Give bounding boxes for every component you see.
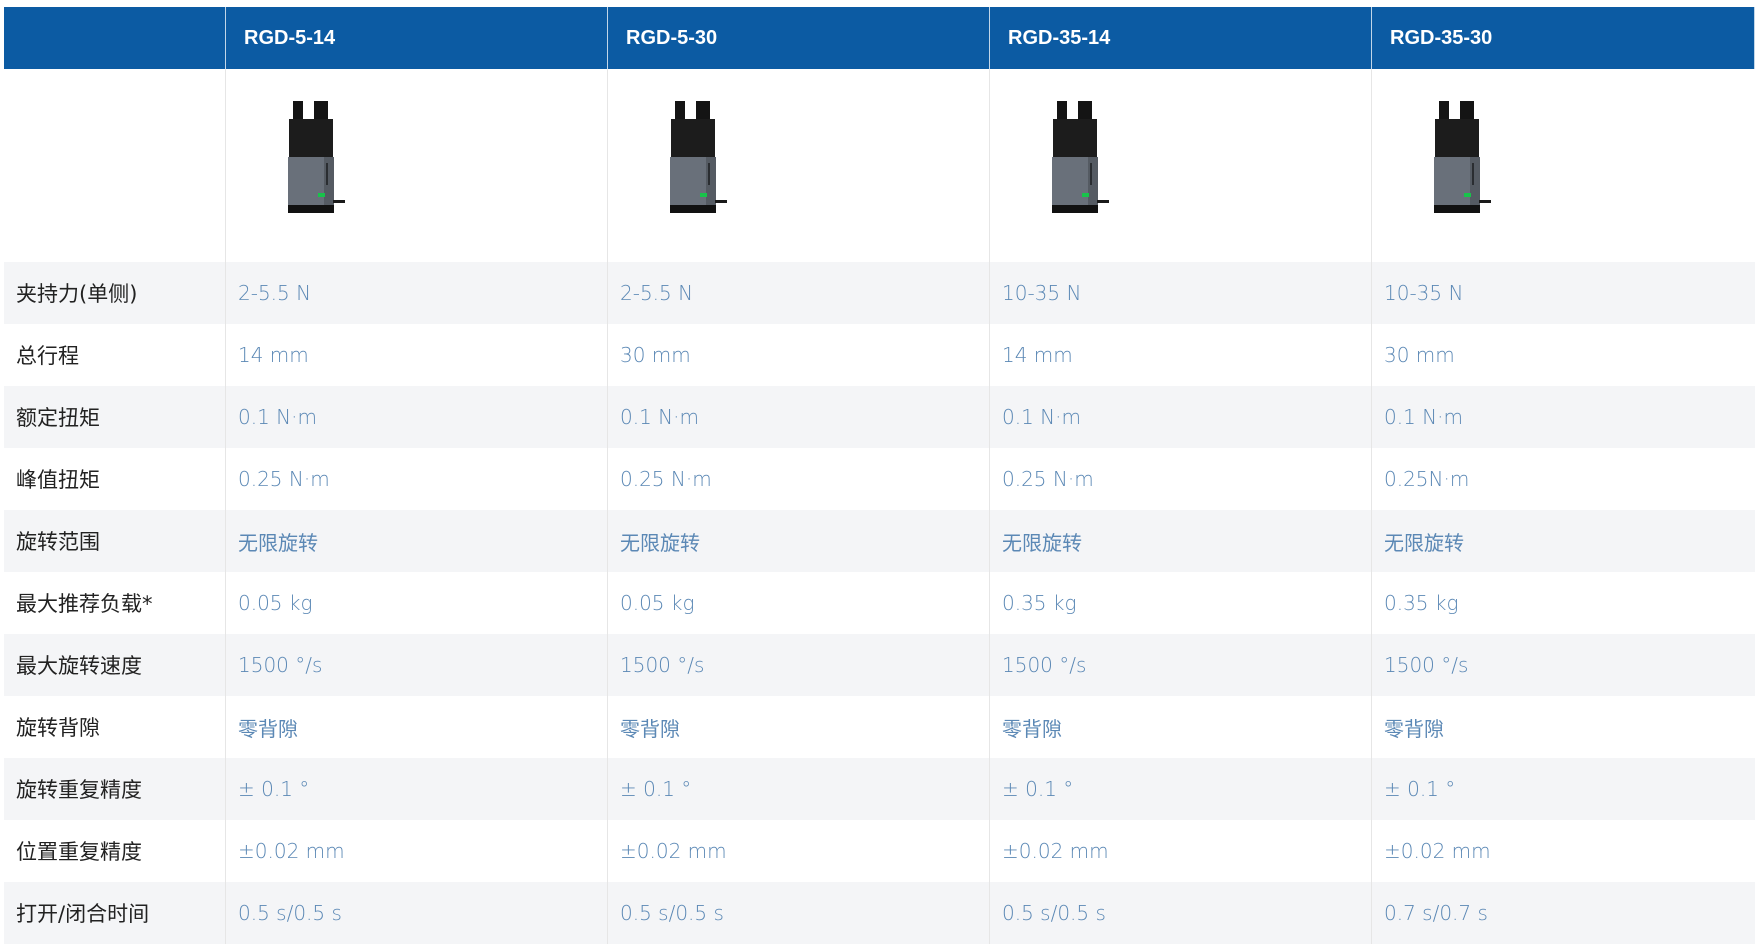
spec-value: 0.7 s/0.7 s	[1384, 901, 1488, 925]
spec-value: 0.25N·m	[1384, 467, 1470, 491]
header-model-1: RGD-5-14	[226, 7, 608, 69]
table-row: 旋转重复精度 ± 0.1 ° ± 0.1 ° ± 0.1 ° ± 0.1 °	[4, 758, 1755, 820]
table-row: 最大旋转速度 1500 °/s 1500 °/s 1500 °/s 1500 °/s	[4, 634, 1755, 696]
product-image-cell	[226, 69, 608, 262]
spec-value: ± 0.1 °	[990, 758, 1372, 820]
spec-value: ±0.02 mm	[990, 820, 1372, 882]
spec-value: 14 mm	[990, 324, 1372, 386]
spec-value: ± 0.1 °	[1384, 777, 1456, 801]
spec-value: ±0.02 mm	[1384, 839, 1491, 863]
spec-label: 最大推荐负载*	[4, 572, 226, 634]
spec-value: 无限旋转	[990, 510, 1372, 572]
gripper-product-image	[1052, 101, 1109, 213]
table-row: 打开/闭合时间 0.5 s/0.5 s 0.5 s/0.5 s 0.5 s/0.5 s…	[4, 882, 1755, 944]
spec-value: 14 mm	[226, 324, 608, 386]
spec-value: 30 mm	[608, 324, 990, 386]
spec-value: ± 0.1 °	[226, 758, 608, 820]
spec-value: 1500 °/s	[226, 634, 608, 696]
gripper-product-image	[288, 101, 345, 213]
spec-value: 零背隙	[608, 696, 990, 758]
spec-value: 30 mm	[1384, 343, 1455, 367]
table-row: 额定扭矩 0.1 N·m 0.1 N·m 0.1 N·m 0.1 N·m	[4, 386, 1755, 448]
header-corner	[4, 7, 226, 69]
table-row: 峰值扭矩 0.25 N·m 0.25 N·m 0.25 N·m 0.25N·m	[4, 448, 1755, 510]
product-image-cell	[990, 69, 1372, 262]
spec-label: 旋转背隙	[4, 696, 226, 758]
spec-value: 0.25 N·m	[226, 448, 608, 510]
spec-value: 1500 °/s	[608, 634, 990, 696]
header-model-3: RGD-35-14	[990, 7, 1372, 69]
spec-value: 0.25 N·m	[990, 448, 1372, 510]
header-model-2: RGD-5-30	[608, 7, 990, 69]
header-model-4: RGD-35-30	[1372, 7, 1755, 69]
spec-value: 0.25 N·m	[608, 448, 990, 510]
spec-value: 0.5 s/0.5 s	[608, 882, 990, 944]
spec-label: 旋转范围	[4, 510, 226, 572]
spec-value: 0.5 s/0.5 s	[226, 882, 608, 944]
table-row: 位置重复精度 ±0.02 mm ±0.02 mm ±0.02 mm ±0.02 mm	[4, 820, 1755, 882]
spec-value: ±0.02 mm	[226, 820, 608, 882]
spec-value: 10-35 N	[1384, 281, 1464, 305]
spec-value: 0.5 s/0.5 s	[990, 882, 1372, 944]
table-row: 总行程 14 mm 30 mm 14 mm 30 mm	[4, 324, 1755, 386]
spec-value: 0.05 kg	[608, 572, 990, 634]
spec-label: 打开/闭合时间	[4, 882, 226, 944]
spec-value: 零背隙	[990, 696, 1372, 758]
product-image-cell	[608, 69, 990, 262]
table-row: 夹持力(单侧) 2-5.5 N 2-5.5 N 10-35 N 10-35 N	[4, 262, 1755, 324]
spec-label: 夹持力(单侧)	[4, 262, 226, 324]
spec-value: 0.05 kg	[226, 572, 608, 634]
spec-value: 零背隙	[226, 696, 608, 758]
table-row: 最大推荐负载* 0.05 kg 0.05 kg 0.35 kg 0.35 kg	[4, 572, 1755, 634]
spec-value: 0.35 kg	[1384, 591, 1459, 615]
gripper-product-image	[1434, 101, 1491, 213]
header-row: RGD-5-14 RGD-5-30 RGD-35-14 RGD-35-30	[4, 7, 1755, 69]
spec-label: 最大旋转速度	[4, 634, 226, 696]
spec-value: ±0.02 mm	[608, 820, 990, 882]
spec-value: 0.35 kg	[990, 572, 1372, 634]
spec-value: 10-35 N	[990, 262, 1372, 324]
spec-value: 无限旋转	[226, 510, 608, 572]
gripper-product-image	[670, 101, 727, 213]
table-row: 旋转背隙 零背隙 零背隙 零背隙 零背隙	[4, 696, 1755, 758]
spec-label: 额定扭矩	[4, 386, 226, 448]
spec-value: ± 0.1 °	[608, 758, 990, 820]
spec-value: 2-5.5 N	[608, 262, 990, 324]
spec-value: 无限旋转	[608, 510, 990, 572]
spec-label: 位置重复精度	[4, 820, 226, 882]
spec-value: 2-5.5 N	[226, 262, 608, 324]
spec-value: 0.1 N·m	[226, 386, 608, 448]
image-row-label	[4, 69, 226, 262]
spec-value: 1500 °/s	[1384, 653, 1469, 677]
spec-value: 0.1 N·m	[990, 386, 1372, 448]
spec-label: 峰值扭矩	[4, 448, 226, 510]
spec-value: 1500 °/s	[990, 634, 1372, 696]
spec-value: 0.1 N·m	[1384, 405, 1463, 429]
product-image-cell	[1372, 69, 1755, 262]
spec-label: 旋转重复精度	[4, 758, 226, 820]
spec-label: 总行程	[4, 324, 226, 386]
spec-value: 无限旋转	[1384, 530, 1464, 555]
table-row: 旋转范围 无限旋转 无限旋转 无限旋转 无限旋转	[4, 510, 1755, 572]
spec-value: 0.1 N·m	[608, 386, 990, 448]
spec-value: 零背隙	[1384, 716, 1444, 741]
image-row	[4, 69, 1755, 262]
spec-table: RGD-5-14 RGD-5-30 RGD-35-14 RGD-35-30 夹持…	[4, 7, 1755, 944]
